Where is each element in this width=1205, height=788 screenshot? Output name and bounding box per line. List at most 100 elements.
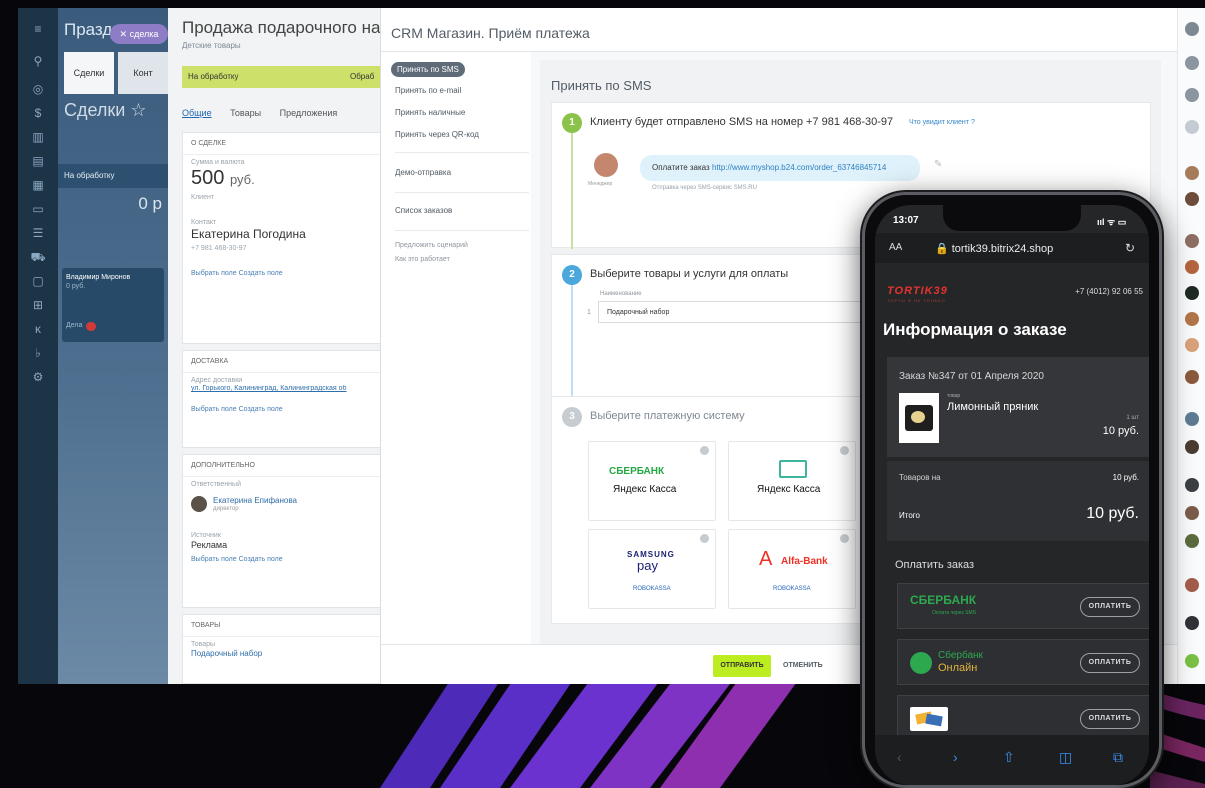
responsible-name[interactable]: Екатерина Епифанова xyxy=(213,496,297,505)
tab-offers[interactable]: Предложения xyxy=(280,108,338,118)
avatar[interactable] xyxy=(1185,192,1199,206)
menu-accept-sms[interactable]: Принять по SMS xyxy=(391,62,465,77)
menu-orders[interactable]: Список заказов xyxy=(395,206,452,215)
pay-button[interactable]: ОПЛАТИТЬ xyxy=(1080,709,1140,729)
bo-icon[interactable]: ♭ xyxy=(30,346,46,360)
sber-logo: СБЕРБАНК xyxy=(609,466,665,477)
pay-samsung[interactable]: SAMSUNG pay ROBOKASSA xyxy=(588,529,716,609)
dollar-icon[interactable]: $ xyxy=(30,106,46,120)
settings-icon[interactable]: ⚙ xyxy=(30,370,46,384)
product-input[interactable]: Подарочный набор xyxy=(598,301,888,323)
back-icon[interactable]: ‹ xyxy=(897,749,902,765)
chart-icon[interactable]: ▥ xyxy=(30,130,46,144)
filter-icon[interactable]: ⚲ xyxy=(30,54,46,68)
text-size-button[interactable]: AA xyxy=(889,242,902,253)
shop-logo[interactable]: TORTIK39 xyxy=(887,285,948,297)
stage-next[interactable]: Обраб xyxy=(350,66,374,88)
box-icon[interactable]: ▭ xyxy=(30,202,46,216)
avatar[interactable] xyxy=(1185,506,1199,520)
pay-sberbank-yandex[interactable]: СБЕРБАНК Яндекс Касса xyxy=(588,441,716,521)
preview-link[interactable]: Что увидит клиент ? xyxy=(909,119,975,126)
avatar[interactable] xyxy=(1185,534,1199,548)
stage-current[interactable]: На обработку xyxy=(188,72,239,81)
avatar[interactable] xyxy=(1185,166,1199,180)
tab-goods[interactable]: Товары xyxy=(230,108,261,118)
pay-button[interactable]: ОПЛАТИТЬ xyxy=(1080,597,1140,617)
bell-icon[interactable] xyxy=(1185,56,1199,70)
avatar[interactable] xyxy=(1185,478,1199,492)
at-icon[interactable] xyxy=(1185,88,1199,102)
card-badge[interactable]: Дела xyxy=(66,322,82,329)
step-number: 1 xyxy=(562,113,582,133)
avatar-label: Менеджер xyxy=(588,181,613,187)
delivery-links[interactable]: Выбрать поле Создать поле xyxy=(191,406,394,413)
tab-contacts[interactable]: Конт xyxy=(118,52,168,94)
deal-category[interactable]: Детские товары xyxy=(182,41,241,50)
pay-option-sber-online[interactable]: Сбербанк Онлайн ОПЛАТИТЬ xyxy=(897,639,1149,685)
pay-button[interactable]: ОПЛАТИТЬ xyxy=(1080,653,1140,673)
reload-icon[interactable]: ↻ xyxy=(1125,241,1135,255)
avatar[interactable] xyxy=(1185,312,1199,326)
phone-call-icon[interactable] xyxy=(1185,654,1199,668)
pay-alfa[interactable]: A Alfa-Bank ROBOKASSA xyxy=(728,529,856,609)
shop-phone[interactable]: +7 (4012) 92 06 55 xyxy=(1075,287,1143,296)
close-deal-pill[interactable]: ✕ сделка xyxy=(110,24,168,44)
tab-general[interactable]: Общие xyxy=(182,108,212,118)
goods-value[interactable]: Подарочный набор xyxy=(191,649,394,658)
contact-phone[interactable]: +7 981 468-30-97 xyxy=(191,245,394,252)
avatar[interactable] xyxy=(1185,234,1199,248)
delivery-address[interactable]: ул. Горького, Калининград, Калининградск… xyxy=(191,385,394,392)
info-icon[interactable] xyxy=(700,534,709,543)
menu-accept-email[interactable]: Принять по e-mail xyxy=(395,86,461,95)
responsible-row[interactable]: Екатерина Епифанова директор xyxy=(191,492,394,518)
cancel-button[interactable]: ОТМЕНИТЬ xyxy=(783,655,823,677)
avatar[interactable] xyxy=(1185,370,1199,384)
grid-icon[interactable]: ⊞ xyxy=(30,298,46,312)
menu-accept-cash[interactable]: Принять наличные xyxy=(395,108,465,117)
stage-bar[interactable]: На обработку Обраб xyxy=(182,66,403,88)
send-button[interactable]: ОТПРАВИТЬ xyxy=(713,655,771,677)
basket-icon[interactable]: ▦ xyxy=(30,178,46,192)
extra-links[interactable]: Выбрать поле Создать поле xyxy=(191,556,394,563)
target-icon[interactable]: ◎ xyxy=(30,82,46,96)
avatar[interactable] xyxy=(1185,440,1199,454)
address-bar[interactable]: 🔒 tortik39.bitrix24.shop xyxy=(935,242,1053,255)
deal-card[interactable]: Владимир Миронов 0 руб. Дела xyxy=(62,268,164,342)
list-icon[interactable]: ☰ xyxy=(30,226,46,240)
monitor-icon[interactable]: ▢ xyxy=(30,274,46,288)
pay-option-sberbank[interactable]: СБЕРБАНК Оплата через SMS ОПЛАТИТЬ xyxy=(897,583,1149,629)
cart-icon[interactable]: ⛟ xyxy=(30,250,46,264)
contact-name[interactable]: Екатерина Погодина xyxy=(191,227,394,241)
bookmarks-icon[interactable]: ◫ xyxy=(1059,749,1072,766)
kd-icon[interactable]: ĸ xyxy=(30,322,46,336)
field-links[interactable]: Выбрать поле Создать поле xyxy=(191,270,394,277)
info-icon[interactable] xyxy=(700,446,709,455)
edit-icon[interactable]: ✎ xyxy=(934,159,942,170)
tab-deals[interactable]: Сделки xyxy=(64,52,114,94)
avatar[interactable] xyxy=(1185,578,1199,592)
tabs-icon[interactable]: ⧉ xyxy=(1113,749,1123,766)
info-icon[interactable] xyxy=(840,446,849,455)
forward-icon[interactable]: › xyxy=(953,749,958,765)
avatar[interactable] xyxy=(1185,260,1199,274)
avatar[interactable] xyxy=(1185,338,1199,352)
info-icon[interactable] xyxy=(840,534,849,543)
sms-preview[interactable]: Оплатите заказ http://www.myshop.b24.com… xyxy=(640,155,920,181)
pay-yandex-card[interactable]: Яндекс Касса xyxy=(728,441,856,521)
cards-icon xyxy=(910,707,948,731)
avatar[interactable] xyxy=(1185,412,1199,426)
inbox-icon[interactable]: ▤ xyxy=(30,154,46,168)
sber-online-icon xyxy=(910,652,932,674)
menu-suggest[interactable]: Предложить сценарий xyxy=(395,242,468,249)
responsible-label: Ответственный xyxy=(191,481,241,488)
share-icon[interactable]: ⇧ xyxy=(1003,749,1015,766)
avatar[interactable] xyxy=(1185,616,1199,630)
menu-how[interactable]: Как это работает xyxy=(395,256,450,263)
avatar[interactable] xyxy=(1185,286,1199,300)
menu-icon[interactable]: ≡ xyxy=(30,22,46,36)
menu-demo[interactable]: Демо-отправка xyxy=(395,168,451,177)
search-icon[interactable] xyxy=(1185,120,1199,134)
menu-accept-qr[interactable]: Принять через QR-код xyxy=(395,130,479,139)
help-icon[interactable] xyxy=(1185,22,1199,36)
order-link[interactable]: http://www.myshop.b24.com/order_63746845… xyxy=(712,163,886,172)
